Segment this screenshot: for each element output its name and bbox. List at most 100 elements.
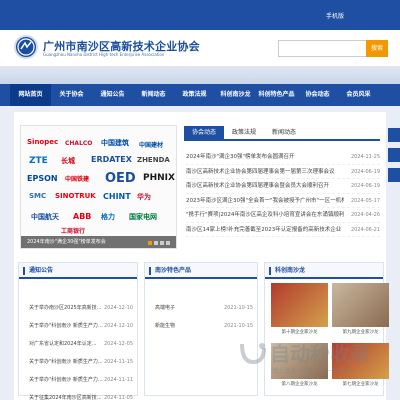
news-title[interactable]: 2024年南沙"满企30强"榜单发布会圆满召开 — [186, 150, 344, 164]
nav-news[interactable]: 新闻动态 — [133, 84, 174, 106]
banner-logo: 国家电网 — [129, 213, 157, 221]
nav-salon[interactable]: 科创南沙龙 — [215, 84, 256, 106]
banner-logo: 长城 — [61, 157, 75, 165]
salon-title[interactable]: 科创南沙龙 — [275, 263, 305, 279]
site-subtitle: Guangzhou Nansha District High-tech Ente… — [43, 52, 165, 57]
news-item[interactable]: 南沙区高新技术企业协会第四届理事会第一届第三次理事会议 2024-06-19 — [186, 165, 380, 179]
notice-item[interactable]: 关于举办南沙区2025年高新技... 2024-12-10 — [19, 299, 137, 317]
news-title[interactable]: "携手行"赛项|2024年南沙区高企及科小培育宣讲会在东涌镇顺利举... — [186, 208, 344, 222]
product-item[interactable]: 高端电子 2021-10-15 — [145, 299, 257, 317]
banner-logo: 中国航天 — [31, 213, 59, 221]
notice-date: 2024-12-10 — [103, 323, 133, 329]
news-item[interactable]: "携手行"赛项|2024年南沙区高企及科小培育宣讲会在东涌镇顺利举... 2024… — [186, 208, 380, 223]
tab-news[interactable]: 新闻动态 — [264, 126, 304, 139]
news-item[interactable]: 南沙区14家上榜!补充完善截至2023年认定报备的高新技术企业 2024-06-2… — [186, 223, 380, 237]
top-bar: 手机版 — [0, 0, 400, 30]
news-tabs: 协会动态 政策法规 新闻动态 — [184, 126, 380, 141]
nav-products[interactable]: 科创特色产品 — [256, 84, 297, 106]
nav-about[interactable]: 关于协会 — [51, 84, 92, 106]
banner-logo: CHALCO — [65, 140, 93, 147]
news-date: 2024-11-25 — [350, 154, 380, 160]
banner-logo: 华为 — [137, 193, 151, 201]
nav-members[interactable]: 会员风采 — [338, 84, 379, 106]
watermark: 自动秒收录 做上排名一来访一次一秒收录 — [230, 332, 390, 392]
float-service-button[interactable] — [388, 128, 400, 142]
news-item[interactable]: 南沙区高新技术企业协会第四届理事会暨会员大会顺利召开 2024-06-19 — [186, 179, 380, 194]
banner-logo: 中国建筑 — [101, 139, 129, 147]
notice-date: 2024-12-10 — [103, 305, 133, 311]
mobile-version-link[interactable]: 手机版 — [326, 11, 344, 20]
nav-notices[interactable]: 通知公告 — [92, 84, 133, 106]
news-title[interactable]: 2023年南沙区满企30强"全会首一"我会被授予广州市"一区一机构" — [186, 194, 344, 208]
banner-logo: 中国建材 — [139, 142, 164, 149]
notice-date: 2024-11-05 — [103, 395, 133, 400]
banner-logo: 中国铁建 — [65, 176, 90, 183]
news-item[interactable]: 2023年南沙区满企30强"全会首一"我会被授予广州市"一区一机构" 2024-0… — [186, 194, 380, 208]
banner-logo: 格力 — [101, 213, 115, 221]
notices-title[interactable]: 通知公告 — [29, 263, 53, 279]
news-title[interactable]: 南沙区高新技术企业协会第四届理事会第一届第三次理事会议 — [186, 165, 344, 179]
banner-logo: SMC — [29, 192, 47, 200]
news-title[interactable]: 南沙区高新技术企业协会第四届理事会暨会员大会顺利召开 — [186, 179, 344, 193]
news-list: 2024年南沙"满企30强"榜单发布会圆满召开 2024-11-25 南沙区高新技… — [186, 150, 380, 237]
product-title[interactable]: 高端电子 — [155, 299, 175, 317]
notice-title[interactable]: 对广东省认定和2024年认定... — [29, 335, 97, 353]
notice-item[interactable]: 关于征集2024年南沙区高新技... 2024-11-05 — [19, 389, 137, 400]
salon-header: 科创南沙龙 — [265, 263, 383, 279]
banner-logo: ERDATEX — [91, 155, 132, 164]
notice-title[interactable]: 关于举办南沙区2025年高新技... — [29, 299, 102, 317]
product-title[interactable]: 新能生物 — [155, 317, 175, 335]
product-date: 2021-10-15 — [223, 305, 253, 311]
banner-logo: OED — [105, 171, 136, 186]
notice-title[interactable]: 关于征集2024年南沙区高新技... — [29, 389, 102, 400]
news-item[interactable]: 2024年南沙"满企30强"榜单发布会圆满召开 2024-11-25 — [186, 150, 380, 165]
site-header: 广州市南沙区高新技术企业协会 Guangzhou Nansha District… — [0, 30, 400, 66]
banner-logo: ZHENDA — [137, 156, 170, 164]
news-date: 2024-04-26 — [350, 212, 380, 218]
notices-box: 通知公告 关于举办南沙区2025年高新技... 2024-12-10 关于举办"科… — [18, 262, 138, 400]
slide-dot[interactable] — [160, 241, 164, 245]
banner-logo: CHINT — [103, 192, 131, 201]
notice-title[interactable]: 关于举办"科创南沙 新质生产力... — [29, 371, 103, 389]
banner-slideshow[interactable]: Sinopec CHALCO 中国建筑 中国建材 ZTE 长城 ERDATEX … — [20, 125, 177, 249]
news-title[interactable]: 南沙区14家上榜!补充完善截至2023年认定报备的高新技术企业 — [186, 223, 344, 237]
notice-date: 2024-12-05 — [103, 341, 133, 347]
notice-item[interactable]: 关于举办"科创南沙 新质生产力... 2024-11-11 — [19, 371, 137, 389]
banner-logo: ABB — [73, 212, 92, 221]
float-qq-button[interactable] — [388, 148, 400, 162]
watermark-text: 自动秒收录 — [270, 342, 370, 366]
search-button[interactable]: 搜索 — [366, 40, 388, 57]
notice-item[interactable]: 关于举办"科创南沙 新质生产力... 2024-12-10 — [19, 317, 137, 335]
news-date: 2024-06-21 — [350, 226, 380, 233]
nav-home[interactable]: 网站首页 — [10, 84, 51, 106]
search-input[interactable] — [278, 40, 368, 57]
tab-association-news[interactable]: 协会动态 — [184, 126, 225, 139]
banner-logo: Sinopec — [27, 138, 59, 146]
products-header: 南沙特色产品 — [145, 263, 257, 279]
notice-title[interactable]: 关于举办"科创南沙 新质生产力... — [29, 317, 103, 335]
banner-logo: PHNIX — [143, 173, 175, 183]
header-shadow — [0, 66, 400, 84]
products-title[interactable]: 南沙特色产品 — [155, 263, 191, 279]
slide-dot[interactable] — [154, 241, 158, 245]
news-date: 2024-06-19 — [350, 168, 380, 175]
notice-date: 2024-11-11 — [103, 377, 133, 383]
slide-dot[interactable] — [166, 241, 170, 245]
nav-policy[interactable]: 政策法规 — [174, 84, 215, 106]
watermark-logo-icon — [240, 343, 266, 365]
slide-dot[interactable] — [148, 241, 152, 245]
notice-title[interactable]: 关于举办"科创南沙 新质生产力... — [29, 353, 103, 371]
salon-photo-image — [332, 283, 389, 327]
slide-indicators — [148, 241, 170, 245]
nav-association-news[interactable]: 协会动态 — [297, 84, 338, 106]
association-logo[interactable] — [14, 35, 38, 59]
float-phone-button[interactable] — [388, 168, 400, 182]
banner-logo: ZTE — [29, 156, 48, 166]
notice-date: 2024-11-15 — [103, 359, 133, 365]
tab-policy[interactable]: 政策法规 — [224, 126, 264, 139]
notice-item[interactable]: 关于举办"科创南沙 新质生产力... 2024-11-15 — [19, 353, 137, 371]
notice-item[interactable]: 对广东省认定和2024年认定... 2024-12-05 — [19, 335, 137, 353]
watermark-subtext: 做上排名一来访一次一秒收录 — [272, 368, 351, 375]
salon-photo-image — [271, 283, 328, 327]
banner-logo: 工商银行 — [61, 228, 86, 235]
